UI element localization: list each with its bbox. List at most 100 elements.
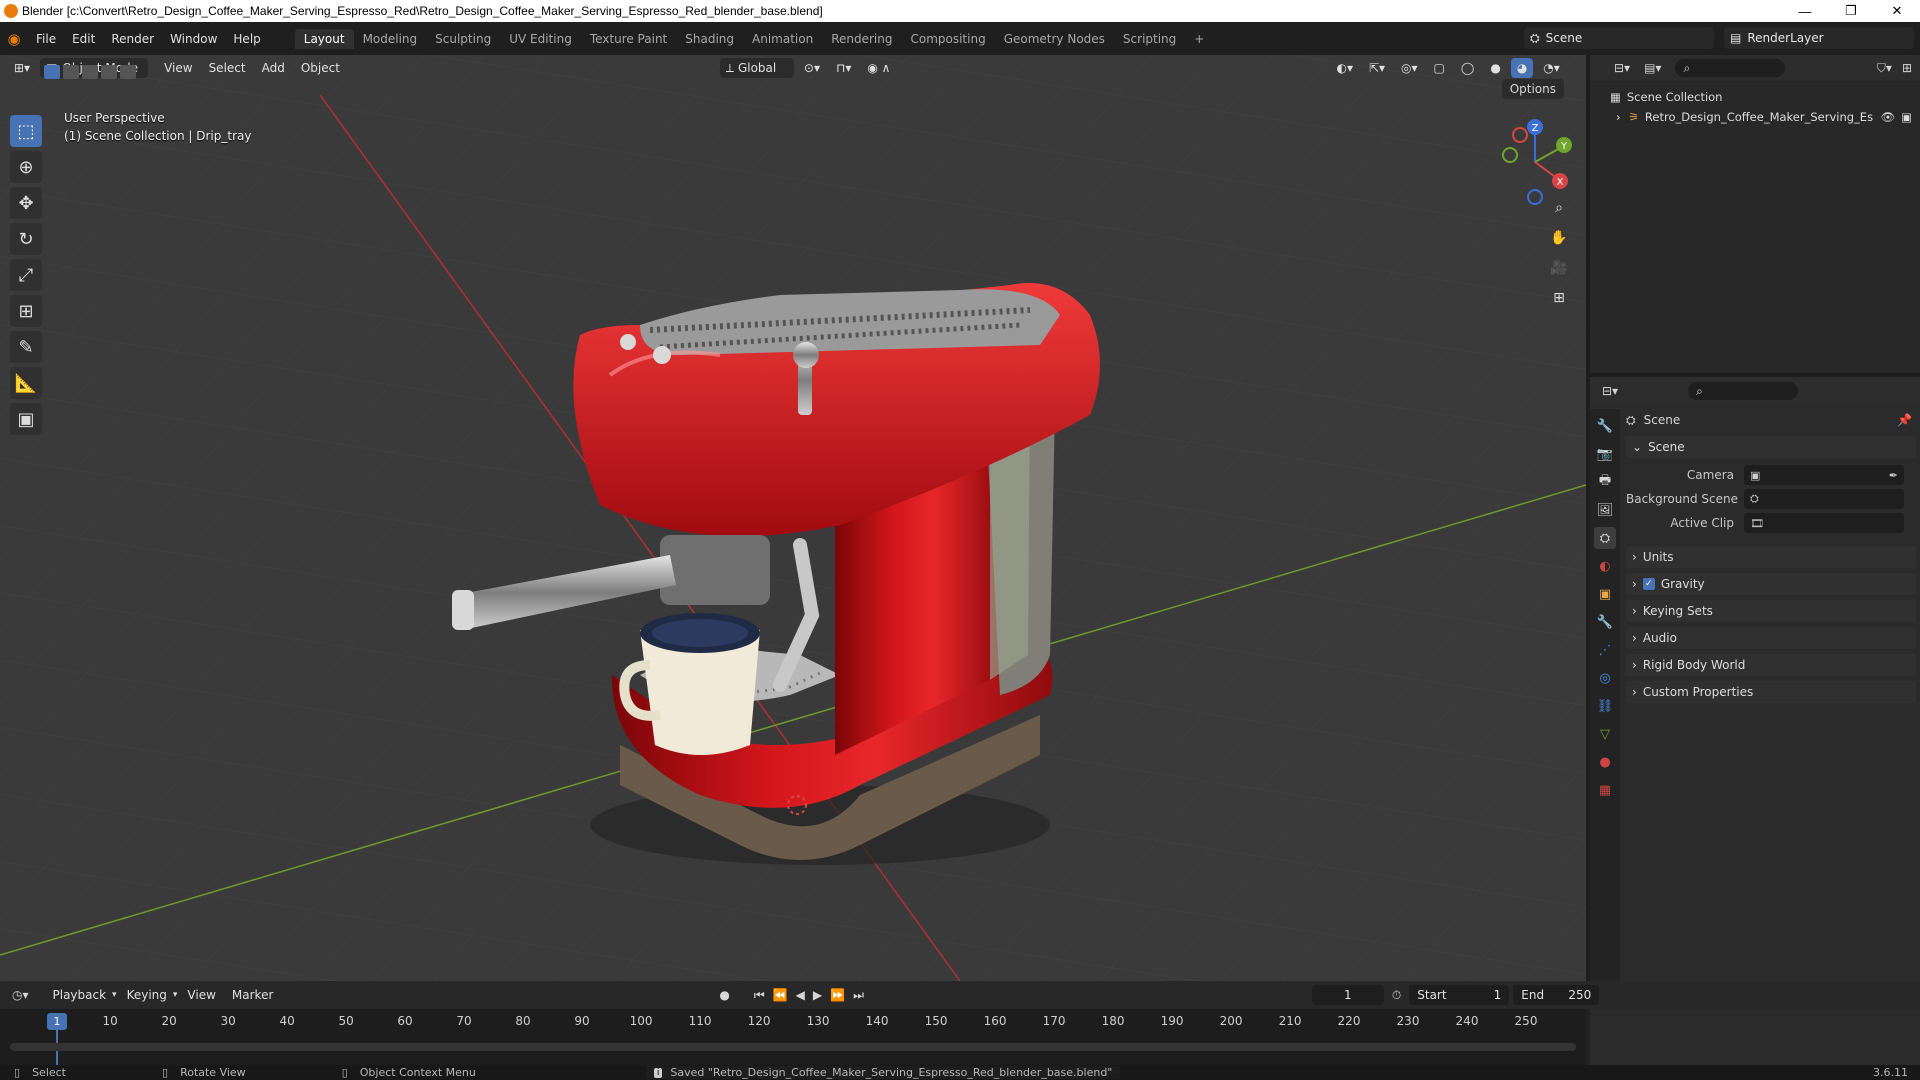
outliner-search-input[interactable]: ⌕ bbox=[1675, 59, 1786, 77]
properties-editor-icon[interactable]: ⊟▾ bbox=[1602, 384, 1618, 398]
move-tool-icon[interactable]: ✥ bbox=[10, 187, 42, 219]
transform-tool-icon[interactable]: ⊞ bbox=[10, 295, 42, 327]
select-new-icon[interactable] bbox=[44, 65, 60, 79]
new-collection-icon[interactable]: ⊞ bbox=[1902, 61, 1912, 75]
next-keyframe-icon[interactable]: ⏩ bbox=[830, 988, 845, 1002]
blender-menu-icon[interactable]: ◉ bbox=[0, 30, 28, 48]
eye-icon[interactable]: 👁 bbox=[1881, 110, 1896, 124]
texture-tab-icon[interactable]: ▦ bbox=[1594, 779, 1616, 801]
physics-tab-icon[interactable]: ◎ bbox=[1594, 667, 1616, 689]
select-subtract-icon[interactable] bbox=[82, 65, 98, 79]
shading-solid-icon[interactable]: ● bbox=[1484, 58, 1506, 78]
menu-window[interactable]: Window bbox=[162, 32, 225, 46]
select-invert-icon[interactable] bbox=[101, 65, 117, 79]
shading-rendered-icon[interactable]: ◔▾ bbox=[1537, 58, 1566, 78]
timeline-ruler[interactable]: 1 10 20 30 40 50 60 70 80 90 100 110 120 130 140 150 160… bbox=[0, 1009, 1586, 1065]
viewport-canvas[interactable] bbox=[0, 55, 1586, 981]
overlays-icon[interactable]: ◎▾ bbox=[1395, 58, 1424, 78]
rigid-body-world-section[interactable]: › Rigid Body World bbox=[1626, 654, 1916, 676]
viewport-menu-view[interactable]: View bbox=[158, 58, 198, 78]
menu-help[interactable]: Help bbox=[225, 32, 268, 46]
output-tab-icon[interactable]: 🖶 bbox=[1594, 471, 1616, 493]
viewport-menu-select[interactable]: Select bbox=[203, 58, 252, 78]
timeline-editor-icon[interactable]: ◷▾ bbox=[12, 988, 29, 1002]
view-layer-tab-icon[interactable]: 🖼 bbox=[1594, 499, 1616, 521]
scene-tab-icon[interactable]: ⛭ bbox=[1594, 527, 1616, 549]
view-layer-selector[interactable]: ▤ RenderLayer bbox=[1724, 27, 1914, 49]
scale-tool-icon[interactable]: ⤢ bbox=[10, 259, 42, 291]
menu-render[interactable]: Render bbox=[103, 32, 162, 46]
gravity-section[interactable]: › ✓ Gravity bbox=[1626, 573, 1916, 595]
tab-modeling[interactable]: Modeling bbox=[354, 29, 427, 49]
measure-tool-icon[interactable]: 📐 bbox=[10, 367, 42, 399]
particles-tab-icon[interactable]: ⋰ bbox=[1594, 639, 1616, 661]
camera-render-icon[interactable]: ▣ bbox=[1901, 110, 1912, 124]
tab-scripting[interactable]: Scripting bbox=[1114, 29, 1185, 49]
scene-selector[interactable]: ⛭ Scene bbox=[1524, 27, 1714, 49]
filter-icon[interactable]: ⛉▾ bbox=[1877, 61, 1892, 76]
gravity-checkbox[interactable]: ✓ bbox=[1642, 578, 1655, 590]
background-scene-field[interactable]: ⛭ bbox=[1744, 489, 1904, 509]
cursor-tool-icon[interactable]: ⊕ bbox=[10, 151, 42, 183]
keying-menu[interactable]: Keying bbox=[121, 985, 173, 1005]
play-reverse-icon[interactable]: ◀ bbox=[796, 988, 805, 1002]
tab-shading[interactable]: Shading bbox=[676, 29, 743, 49]
tab-layout[interactable]: Layout bbox=[294, 28, 354, 49]
select-extend-icon[interactable] bbox=[63, 65, 79, 79]
timeline-view-menu[interactable]: View bbox=[181, 985, 221, 1005]
close-button[interactable]: ✕ bbox=[1874, 0, 1920, 22]
annotate-tool-icon[interactable]: ✎ bbox=[10, 331, 42, 363]
tab-compositing[interactable]: Compositing bbox=[901, 29, 994, 49]
gizmo-toggle-icon[interactable]: ⇱▾ bbox=[1363, 58, 1391, 78]
transform-orientation-dropdown[interactable]: ⟂ Global bbox=[719, 58, 794, 78]
units-section[interactable]: › Units bbox=[1626, 546, 1916, 568]
object-tab-icon[interactable]: ▣ bbox=[1594, 583, 1616, 605]
minimize-button[interactable]: — bbox=[1782, 0, 1828, 22]
tab-geometry-nodes[interactable]: Geometry Nodes bbox=[995, 29, 1114, 49]
proportional-edit-icon[interactable]: ◉ ∧ bbox=[861, 58, 896, 78]
play-icon[interactable]: ▶ bbox=[813, 988, 822, 1002]
menu-file[interactable]: File bbox=[28, 32, 64, 46]
eyedropper-icon[interactable]: ✒ bbox=[1889, 469, 1898, 482]
tool-tab-icon[interactable]: 🔧 bbox=[1594, 415, 1616, 437]
xray-icon[interactable]: ▢ bbox=[1428, 58, 1451, 78]
jump-start-icon[interactable]: ⏮ bbox=[754, 988, 765, 1003]
ortho-grid-icon[interactable]: ⊞ bbox=[1546, 285, 1572, 311]
playback-menu[interactable]: Playback bbox=[47, 985, 113, 1005]
shading-wireframe-icon[interactable]: ◯ bbox=[1455, 58, 1480, 78]
menu-edit[interactable]: Edit bbox=[64, 32, 103, 46]
modifier-tab-icon[interactable]: 🔧 bbox=[1594, 611, 1616, 633]
record-icon[interactable]: ● bbox=[719, 988, 729, 1002]
camera-view-icon[interactable]: 🎥 bbox=[1546, 255, 1572, 281]
tab-rendering[interactable]: Rendering bbox=[822, 29, 901, 49]
audio-section[interactable]: › Audio bbox=[1626, 627, 1916, 649]
keying-sets-section[interactable]: › Keying Sets bbox=[1626, 600, 1916, 622]
tab-animation[interactable]: Animation bbox=[743, 29, 822, 49]
pan-hand-icon[interactable]: ✋ bbox=[1546, 225, 1572, 251]
zoom-icon[interactable]: ⌕ bbox=[1546, 195, 1572, 221]
select-box-tool-icon[interactable]: ⬚ bbox=[10, 115, 42, 147]
render-tab-icon[interactable]: 📷 bbox=[1594, 443, 1616, 465]
outliner-row-scene-collection[interactable]: ▦ Scene Collection bbox=[1590, 87, 1920, 107]
editor-type-icon[interactable]: ⊞▾ bbox=[8, 58, 36, 78]
options-dropdown[interactable]: Options bbox=[1501, 79, 1564, 99]
marker-menu[interactable]: Marker bbox=[226, 985, 279, 1005]
scene-section-header[interactable]: ⌄ Scene bbox=[1626, 436, 1916, 458]
navigation-gizmo[interactable]: Z Y X bbox=[1490, 117, 1580, 207]
prev-keyframe-icon[interactable]: ⏪ bbox=[773, 988, 788, 1002]
display-mode-icon[interactable]: ▤▾ bbox=[1644, 61, 1661, 75]
add-workspace-button[interactable]: + bbox=[1185, 29, 1213, 49]
playhead-frame-cursor[interactable]: 1 bbox=[47, 1013, 67, 1030]
data-tab-icon[interactable]: ▽ bbox=[1594, 723, 1616, 745]
current-frame-field[interactable]: 1 bbox=[1311, 985, 1384, 1005]
outliner-row-object[interactable]: › ⚞ Retro_Design_Coffee_Maker_Serving_Es… bbox=[1590, 107, 1920, 127]
pivot-point-icon[interactable]: ⊙▾ bbox=[798, 58, 826, 78]
rotate-tool-icon[interactable]: ↻ bbox=[10, 223, 42, 255]
visibility-icon[interactable]: ◐▾ bbox=[1330, 58, 1359, 78]
add-cube-tool-icon[interactable]: ▣ bbox=[10, 403, 42, 435]
3d-viewport[interactable]: ⊞▾ ▣ Object Mode View Select Add Object … bbox=[0, 55, 1586, 981]
tab-texture-paint[interactable]: Texture Paint bbox=[581, 29, 676, 49]
maximize-button[interactable]: ❐ bbox=[1828, 0, 1874, 22]
custom-properties-section[interactable]: › Custom Properties bbox=[1626, 681, 1916, 703]
pin-icon[interactable]: 📌 bbox=[1897, 413, 1912, 427]
